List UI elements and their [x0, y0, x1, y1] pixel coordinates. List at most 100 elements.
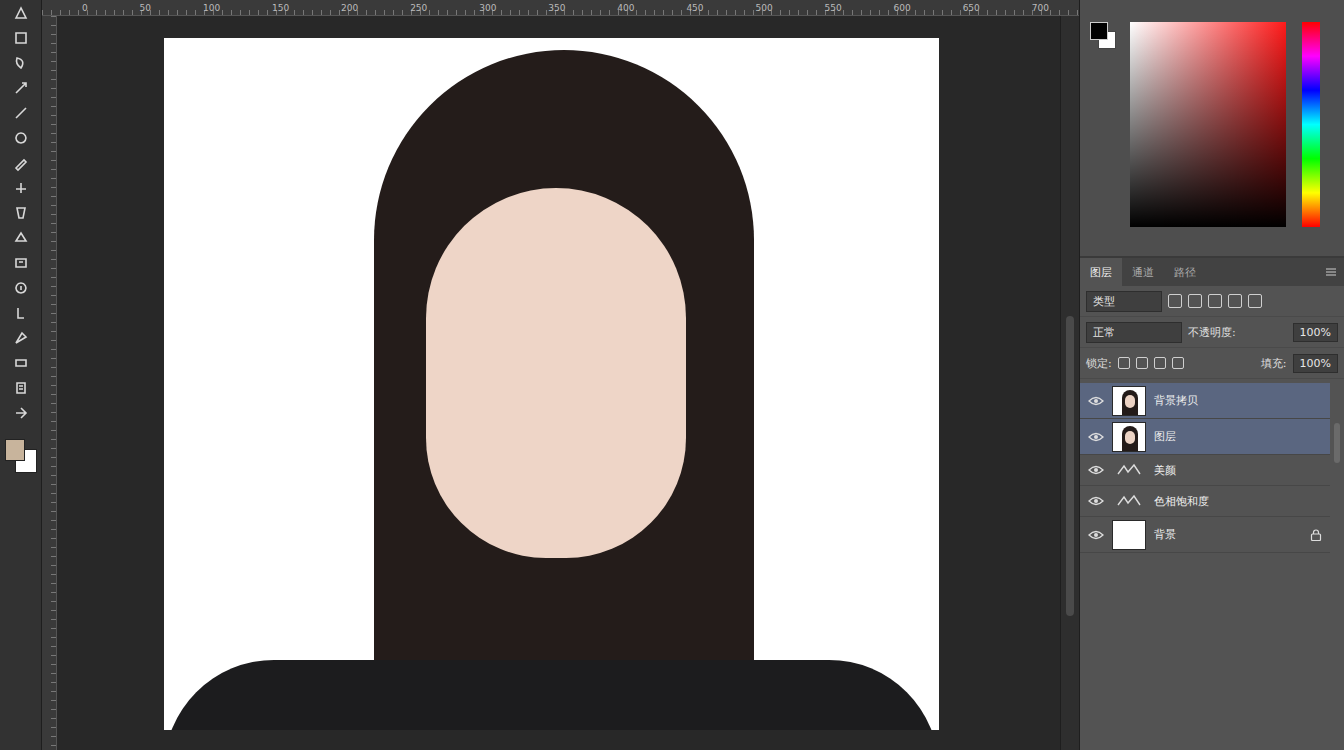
visibility-toggle[interactable] — [1088, 529, 1104, 541]
tool-button[interactable] — [9, 277, 33, 299]
opacity-label: 不透明度: — [1188, 325, 1236, 340]
tool-button[interactable] — [9, 252, 33, 274]
canvas-scrollbar[interactable] — [1060, 16, 1079, 750]
adjustment-icon — [1112, 493, 1146, 509]
panel-tab[interactable]: 路径 — [1164, 258, 1206, 286]
ruler-mark: 250 — [410, 3, 427, 13]
layer-row[interactable]: 美颜 — [1080, 455, 1330, 486]
toolbar — [0, 0, 42, 750]
tool-icon — [12, 229, 30, 247]
ruler-mark: 700 — [1032, 3, 1049, 13]
tool-button[interactable] — [9, 27, 33, 49]
eye-icon — [1088, 529, 1104, 541]
panel-tab[interactable]: 通道 — [1122, 258, 1164, 286]
lock-option-icon[interactable] — [1136, 357, 1148, 369]
tool-button[interactable] — [9, 377, 33, 399]
panel-tab[interactable]: 图层 — [1080, 258, 1122, 286]
tool-button[interactable] — [9, 152, 33, 174]
adjustment-icon — [1112, 462, 1146, 478]
ruler-mark: 650 — [963, 3, 980, 13]
filter-icon[interactable] — [1248, 294, 1262, 308]
tool-button[interactable] — [9, 2, 33, 24]
tool-icon — [12, 279, 30, 297]
blend-row: 正常不透明度: 100% — [1080, 317, 1344, 348]
foreground-swatch[interactable] — [5, 439, 25, 461]
layers-scrollbar[interactable] — [1330, 383, 1344, 750]
layer-row[interactable]: 图层 — [1080, 419, 1330, 455]
tool-button[interactable] — [9, 177, 33, 199]
eye-icon — [1088, 395, 1104, 407]
ruler-mark: 100 — [203, 3, 220, 13]
ruler-mark: 350 — [548, 3, 565, 13]
lock-option-icon[interactable] — [1118, 357, 1130, 369]
tool-icon — [12, 179, 30, 197]
layers-panel: 图层通道路径类型正常不透明度:100%锁定:填充:100%背景拷贝图层美颜色相饱… — [1080, 258, 1344, 750]
tool-button[interactable] — [9, 352, 33, 374]
panel-tabs: 图层通道路径 — [1080, 258, 1344, 286]
blend-mode-dropdown[interactable]: 正常 — [1086, 322, 1182, 343]
ruler-mark: 600 — [894, 3, 911, 13]
tool-button[interactable] — [9, 102, 33, 124]
layer-thumbnail — [1112, 422, 1146, 452]
ruler-mark: 150 — [272, 3, 289, 13]
layer-name: 背景拷贝 — [1154, 393, 1322, 408]
tool-button[interactable] — [9, 52, 33, 74]
filter-icon[interactable] — [1168, 294, 1182, 308]
tool-button[interactable] — [9, 77, 33, 99]
tool-button[interactable] — [9, 127, 33, 149]
tool-button[interactable] — [9, 302, 33, 324]
tool-icon — [12, 104, 30, 122]
color-swatches[interactable] — [5, 435, 37, 475]
ruler-mark: 450 — [686, 3, 703, 13]
visibility-toggle[interactable] — [1088, 464, 1104, 476]
visibility-toggle[interactable] — [1088, 495, 1104, 507]
tool-button[interactable] — [9, 402, 33, 424]
tool-icon — [12, 204, 30, 222]
eye-icon — [1088, 431, 1104, 443]
horizontal-ruler: 0501001502002503003504004505005506006507… — [42, 0, 1079, 16]
tool-icon — [12, 379, 30, 397]
tool-icon — [12, 79, 30, 97]
vertical-ruler — [42, 16, 57, 750]
workspace: 0501001502002503003504004505005506006507… — [42, 0, 1079, 750]
tool-icon — [12, 29, 30, 47]
layer-name: 图层 — [1154, 429, 1322, 444]
tool-button[interactable] — [9, 227, 33, 249]
tool-icon — [12, 354, 30, 372]
lock-icon — [1310, 529, 1322, 541]
visibility-toggle[interactable] — [1088, 431, 1104, 443]
layer-row[interactable]: 色相饱和度 — [1080, 486, 1330, 517]
filter-icon[interactable] — [1188, 294, 1202, 308]
opacity-field[interactable]: 100% — [1293, 323, 1338, 342]
tool-button[interactable] — [9, 327, 33, 349]
canvas-area — [57, 16, 1060, 750]
lock-option-icon[interactable] — [1172, 357, 1184, 369]
color-field[interactable] — [1130, 22, 1286, 227]
hue-slider[interactable] — [1302, 22, 1320, 227]
tool-icon — [12, 54, 30, 72]
tool-icon — [12, 254, 30, 272]
layer-name: 色相饱和度 — [1154, 494, 1322, 509]
filter-icon[interactable] — [1228, 294, 1242, 308]
tool-icon — [12, 329, 30, 347]
fill-field[interactable]: 100% — [1293, 354, 1338, 373]
visibility-toggle[interactable] — [1088, 395, 1104, 407]
panel-menu-icon[interactable] — [1318, 258, 1344, 286]
portrait-photo[interactable] — [164, 38, 939, 730]
filter-row: 类型 — [1080, 286, 1344, 317]
ruler-mark: 300 — [479, 3, 496, 13]
eye-icon — [1088, 464, 1104, 476]
fill-label: 填充: — [1261, 356, 1287, 371]
lock-option-icon[interactable] — [1154, 357, 1166, 369]
layer-thumbnail — [1112, 520, 1146, 550]
filter-dropdown[interactable]: 类型 — [1086, 291, 1162, 312]
lock-label: 锁定: — [1086, 356, 1112, 371]
color-panel — [1080, 0, 1344, 258]
filter-icon[interactable] — [1208, 294, 1222, 308]
layer-list: 背景拷贝图层美颜色相饱和度背景 — [1080, 383, 1330, 750]
fg-bg-swatch[interactable] — [1090, 22, 1116, 50]
layer-row[interactable]: 背景拷贝 — [1080, 383, 1330, 419]
photoshop-window: 0501001502002503003504004505005506006507… — [0, 0, 1344, 750]
layer-row[interactable]: 背景 — [1080, 517, 1330, 553]
tool-button[interactable] — [9, 202, 33, 224]
